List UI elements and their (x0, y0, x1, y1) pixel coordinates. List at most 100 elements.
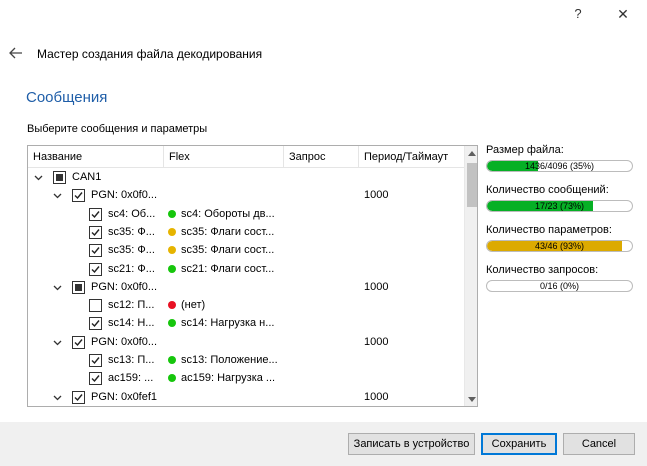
section-subtitle: Выберите сообщения и параметры (27, 123, 208, 135)
row-checkbox[interactable] (89, 244, 102, 258)
column-header-flex[interactable]: Flex (164, 146, 284, 168)
row-period (364, 240, 459, 260)
chevron-down-icon[interactable] (53, 393, 62, 402)
row-period (364, 368, 459, 388)
row-checkbox[interactable] (72, 390, 85, 404)
tree-row[interactable]: sc4: Об... sc4: Обороты дв... (28, 204, 464, 224)
row-flex: sc35: Флаги сост... (181, 244, 275, 257)
row-checkbox[interactable] (72, 189, 85, 203)
write-to-device-button[interactable]: Записать в устройство (348, 433, 475, 455)
status-dot-icon (168, 301, 176, 310)
progress-bar: 17/23 (73%) (486, 200, 633, 212)
chevron-down-icon[interactable] (53, 338, 62, 347)
row-name: sc35: Ф... (108, 225, 155, 238)
row-name: sc12: П... (108, 299, 155, 312)
close-button[interactable]: ✕ (613, 6, 633, 23)
stat-label: Размер файла: (486, 144, 564, 156)
row-flex: sc21: Флаги сост... (181, 262, 275, 275)
tree-row[interactable]: ac159: ... ac159: Нагрузка ... (28, 368, 464, 388)
chevron-down-icon[interactable] (53, 191, 62, 200)
section-title: Сообщения (26, 89, 108, 106)
row-checkbox[interactable] (89, 354, 102, 367)
save-button[interactable]: Сохранить (481, 433, 557, 455)
row-period: 1000 (364, 189, 389, 202)
scroll-down-icon[interactable] (465, 392, 477, 406)
row-name: ac159: ... (108, 372, 154, 385)
progress-text: 1436/4096 (35%) (524, 161, 595, 171)
tree-row[interactable]: sc35: Ф... sc35: Флаги сост... (28, 222, 464, 242)
row-name: sc14: Н... (108, 317, 155, 330)
progress-bar: 43/46 (93%) (486, 240, 633, 252)
row-name: PGN: 0x0f0... (91, 189, 158, 202)
status-dot-icon (168, 209, 176, 218)
tree-row[interactable]: sc13: П... sc13: Положение... (28, 350, 464, 370)
status-dot-icon (168, 264, 176, 273)
status-dot-icon (168, 374, 176, 383)
tree-row[interactable]: PGN: 0x0fef1 1000 (28, 387, 464, 406)
tree-row[interactable]: PGN: 0x0f0... 1000 (28, 185, 464, 205)
tree-row[interactable]: CAN1 (28, 167, 464, 187)
wizard-title: Мастер создания файла декодирования (37, 47, 263, 61)
chevron-down-icon[interactable] (53, 283, 62, 292)
help-button[interactable]: ? (568, 6, 588, 21)
row-checkbox[interactable] (89, 299, 102, 313)
back-arrow-icon[interactable] (8, 45, 24, 61)
row-flex (181, 277, 284, 297)
row-checkbox[interactable] (89, 372, 102, 386)
row-flex (181, 387, 284, 406)
row-period (364, 222, 459, 242)
row-period (364, 350, 459, 370)
scroll-thumb[interactable] (467, 163, 477, 207)
row-checkbox[interactable] (72, 335, 85, 349)
row-flex (181, 185, 284, 205)
row-name: sc21: Ф... (108, 262, 155, 275)
row-name: PGN: 0x0f0... (91, 335, 158, 348)
progress-text: 43/46 (93%) (534, 241, 585, 251)
chevron-down-icon[interactable] (34, 173, 43, 182)
progress-text: 17/23 (73%) (534, 201, 585, 211)
row-period: 1000 (364, 390, 389, 403)
tree-row[interactable]: sc35: Ф... sc35: Флаги сост... (28, 240, 464, 260)
row-checkbox[interactable] (89, 262, 102, 276)
row-checkbox[interactable] (89, 317, 102, 331)
status-dot-icon (168, 356, 176, 364)
column-header-name[interactable]: Название (28, 146, 164, 168)
row-period: 1000 (364, 335, 389, 348)
tree-row[interactable]: sc12: П... (нет) (28, 295, 464, 315)
row-period (364, 313, 459, 333)
message-tree[interactable]: Название Flex Запрос Период/Таймаут CAN1… (27, 145, 478, 407)
cancel-button[interactable]: Cancel (563, 433, 635, 455)
row-period (364, 295, 459, 315)
row-checkbox[interactable] (72, 280, 85, 294)
row-name: sc13: П... (108, 354, 155, 366)
row-checkbox[interactable] (53, 171, 66, 184)
row-checkbox[interactable] (89, 225, 102, 239)
scroll-up-icon[interactable] (465, 146, 477, 160)
column-header-period[interactable]: Период/Таймаут (359, 146, 464, 168)
row-period (364, 259, 459, 279)
tree-row[interactable]: sc21: Ф... sc21: Флаги сост... (28, 259, 464, 279)
tree-header: Название Flex Запрос Период/Таймаут (28, 146, 464, 168)
row-flex: sc4: Обороты дв... (181, 207, 275, 220)
stat-label: Количество запросов: (486, 264, 599, 276)
row-name: PGN: 0x0fef1 (91, 390, 158, 403)
status-dot-icon (168, 246, 176, 255)
tree-row[interactable]: PGN: 0x0f0... 1000 (28, 332, 464, 352)
tree-row[interactable]: sc14: Н... sc14: Нагрузка н... (28, 313, 464, 333)
row-checkbox[interactable] (89, 207, 102, 221)
column-header-request[interactable]: Запрос (284, 146, 359, 168)
progress-bar: 0/16 (0%) (486, 280, 633, 292)
row-name: sc35: Ф... (108, 244, 155, 257)
tree-row[interactable]: PGN: 0x0f0... 1000 (28, 277, 464, 297)
status-dot-icon (168, 319, 176, 328)
row-flex: sc13: Положение... (181, 354, 278, 366)
row-name: PGN: 0x0f0... (91, 280, 158, 293)
row-period (364, 204, 459, 224)
vertical-scrollbar[interactable] (464, 146, 477, 406)
row-flex: (нет) (181, 299, 206, 312)
progress-bar: 1436/4096 (35%) (486, 160, 633, 172)
row-name: CAN1 (72, 171, 102, 183)
row-name: sc4: Об... (108, 207, 156, 220)
row-period (364, 167, 459, 187)
row-flex: sc35: Флаги сост... (181, 225, 275, 238)
